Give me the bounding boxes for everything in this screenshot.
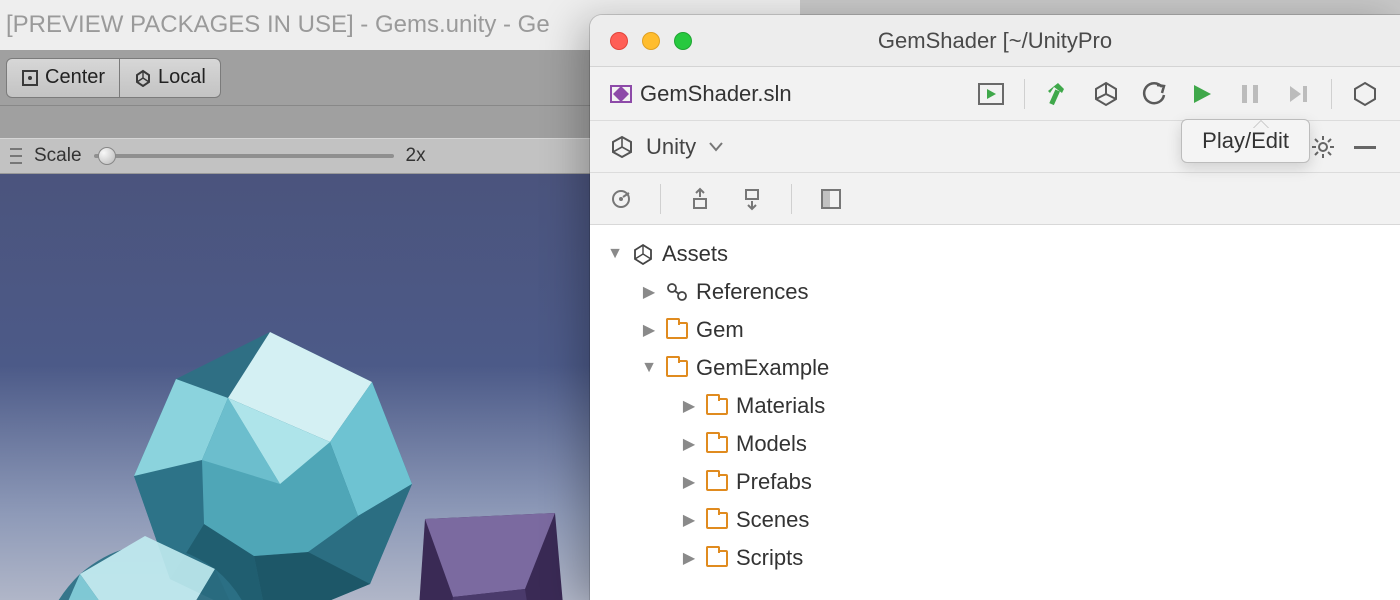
tooltip-text: Play/Edit xyxy=(1202,128,1289,153)
chevron-right-icon[interactable]: ▶ xyxy=(680,396,698,416)
folder-icon xyxy=(706,436,728,453)
zoom-window-button[interactable] xyxy=(674,32,692,50)
folder-icon xyxy=(706,512,728,529)
rider-toolbar: GemShader.sln xyxy=(590,67,1400,121)
gear-icon[interactable] xyxy=(1308,132,1338,162)
pivot-handle-segment: Center Local xyxy=(6,58,221,98)
toolbar-separator xyxy=(1024,79,1025,109)
tree-item-prefabs[interactable]: ▶ Prefabs xyxy=(596,463,1394,501)
pivot-label: Center xyxy=(45,66,105,89)
tree-item-gem[interactable]: ▶ Gem xyxy=(596,311,1394,349)
chevron-down-icon[interactable] xyxy=(708,141,724,153)
gem-cyan-low xyxy=(20,524,270,600)
tree-label: Scenes xyxy=(736,507,809,533)
unity-context-icon xyxy=(610,135,634,159)
tree-item-scenes[interactable]: ▶ Scenes xyxy=(596,501,1394,539)
locate-icon[interactable] xyxy=(606,184,636,214)
close-window-button[interactable] xyxy=(610,32,628,50)
toolbar-separator xyxy=(1331,79,1332,109)
minimize-panel-icon[interactable] xyxy=(1350,132,1380,162)
unity-cube-icon[interactable] xyxy=(1350,79,1380,109)
folder-icon xyxy=(706,398,728,415)
play-edit-tooltip: Play/Edit xyxy=(1181,119,1310,163)
chevron-down-icon[interactable]: ▼ xyxy=(640,359,658,377)
separator xyxy=(660,184,661,214)
tree-item-scripts[interactable]: ▶ Scripts xyxy=(596,539,1394,577)
collapse-all-icon[interactable] xyxy=(737,184,767,214)
handle-label: Local xyxy=(158,66,206,89)
rider-window: GemShader [~/UnityPro GemShader.sln xyxy=(590,15,1400,600)
tree-label: Prefabs xyxy=(736,469,812,495)
tree-label: References xyxy=(696,279,809,305)
attach-unity-icon[interactable] xyxy=(1091,79,1121,109)
pivot-center-button[interactable]: Center xyxy=(6,58,120,98)
tree-item-models[interactable]: ▶ Models xyxy=(596,425,1394,463)
refresh-icon[interactable] xyxy=(1139,79,1169,109)
solution-tree[interactable]: ▼ Assets ▶ References ▶ Gem ▼ GemExample… xyxy=(590,225,1400,600)
scale-slider[interactable] xyxy=(94,154,394,158)
expand-all-icon[interactable] xyxy=(685,184,715,214)
traffic-lights xyxy=(590,32,712,50)
solution-icon xyxy=(610,83,632,105)
tree-item-references[interactable]: ▶ References xyxy=(596,273,1394,311)
drag-handle-icon[interactable] xyxy=(10,142,22,170)
unity-cube-icon xyxy=(632,243,654,265)
chevron-right-icon[interactable]: ▶ xyxy=(680,548,698,568)
folder-icon xyxy=(666,322,688,339)
tree-label: Materials xyxy=(736,393,825,419)
chevron-right-icon[interactable]: ▶ xyxy=(640,320,658,340)
tree-root-assets[interactable]: ▼ Assets xyxy=(596,235,1394,273)
gem-purple xyxy=(405,509,575,600)
tree-label: Assets xyxy=(662,241,728,267)
explorer-toolbar xyxy=(590,173,1400,225)
play-edit-button[interactable] xyxy=(1187,79,1217,109)
chevron-right-icon[interactable]: ▶ xyxy=(680,434,698,454)
minimize-window-button[interactable] xyxy=(642,32,660,50)
show-options-icon[interactable] xyxy=(816,184,846,214)
separator xyxy=(791,184,792,214)
chevron-right-icon[interactable]: ▶ xyxy=(640,282,658,302)
build-hammer-icon[interactable] xyxy=(1043,79,1073,109)
scale-label: Scale xyxy=(34,145,82,167)
chevron-down-icon[interactable]: ▼ xyxy=(606,245,624,263)
context-label[interactable]: Unity xyxy=(646,134,696,160)
solution-name: GemShader.sln xyxy=(640,81,792,107)
folder-icon xyxy=(666,360,688,377)
tree-item-materials[interactable]: ▶ Materials xyxy=(596,387,1394,425)
run-config-icon[interactable] xyxy=(976,79,1006,109)
chevron-right-icon[interactable]: ▶ xyxy=(680,472,698,492)
folder-icon xyxy=(706,474,728,491)
slider-knob[interactable] xyxy=(98,147,116,165)
step-button-ide xyxy=(1283,79,1313,109)
folder-icon xyxy=(706,550,728,567)
center-icon xyxy=(21,69,39,87)
handle-local-button[interactable]: Local xyxy=(120,58,221,98)
tree-label: GemExample xyxy=(696,355,829,381)
rider-titlebar: GemShader [~/UnityPro xyxy=(590,15,1400,67)
rider-window-title: GemShader [~/UnityPro xyxy=(878,28,1112,54)
tree-label: Gem xyxy=(696,317,744,343)
tree-item-gemexample[interactable]: ▼ GemExample xyxy=(596,349,1394,387)
solution-selector[interactable]: GemShader.sln xyxy=(610,81,792,107)
tree-label: Scripts xyxy=(736,545,803,571)
tree-label: Models xyxy=(736,431,807,457)
chevron-right-icon[interactable]: ▶ xyxy=(680,510,698,530)
references-icon xyxy=(666,282,688,302)
scale-value: 2x xyxy=(406,145,426,167)
pause-button-ide xyxy=(1235,79,1265,109)
local-icon xyxy=(134,69,152,87)
